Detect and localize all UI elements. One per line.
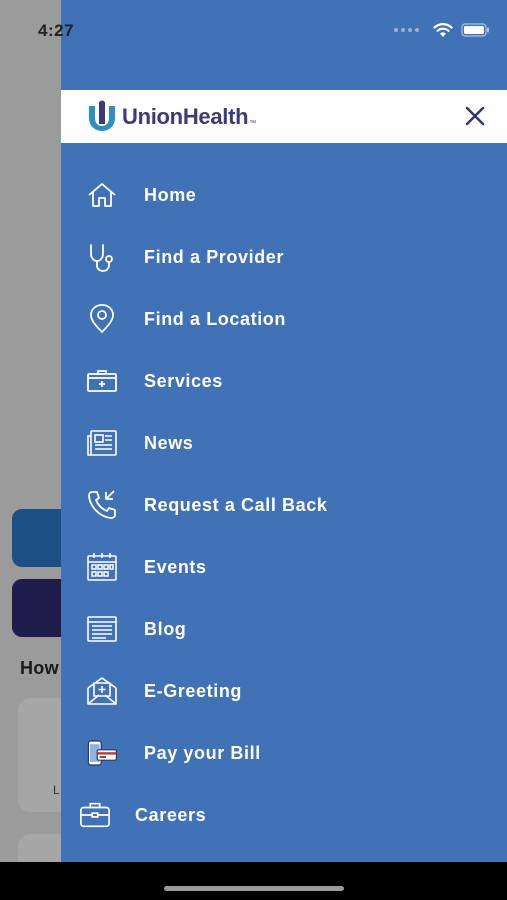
status-time: 4:27 [38,21,75,40]
menu-item-events[interactable]: Events [61,536,507,598]
menu-item-label: Pay your Bill [144,742,261,763]
location-pin-icon [86,303,118,335]
wifi-icon [433,23,453,37]
drawer-header: UnionHealth ™ [61,90,507,143]
calendar-icon [86,551,118,583]
background-tile-label: L [53,783,60,797]
blog-icon [86,613,118,645]
menu-item-services[interactable]: Services [61,350,507,412]
battery-icon [461,23,489,37]
menu-item-pay-bill[interactable]: Pay your Bill [61,722,507,784]
logo-wordmark: UnionHealth [122,104,249,129]
briefcase-icon [79,799,111,831]
greeting-envelope-icon [86,675,118,707]
status-bar: 4:27 [0,0,507,62]
menu-item-label: Home [144,184,197,205]
menu-item-label: Careers [135,804,207,825]
menu-item-find-location[interactable]: Find a Location [61,288,507,350]
bottom-safe-area [0,862,507,900]
menu-item-blog[interactable]: Blog [61,598,507,660]
menu-item-label: News [144,432,194,453]
union-health-logo: UnionHealth ™ [85,100,256,134]
signal-dots-icon [394,28,419,32]
menu-item-label: E-Greeting [144,680,243,701]
newspaper-icon [86,427,118,459]
menu-item-label: Blog [144,618,187,639]
logo-trademark: ™ [249,119,257,127]
menu-item-careers[interactable]: Careers [61,784,507,846]
home-icon [86,179,118,211]
navigation-drawer: UnionHealth ™ Home Find a Provider Find … [61,0,507,862]
menu-item-label: Services [144,370,223,391]
menu-item-e-greeting[interactable]: E-Greeting [61,660,507,722]
menu-item-home[interactable]: Home [61,164,507,226]
status-icons [394,22,491,38]
close-button[interactable] [463,104,487,128]
menu-item-label: Find a Provider [144,246,285,267]
stethoscope-icon [86,241,118,273]
home-indicator[interactable] [164,886,344,891]
phone-callback-icon [86,489,118,521]
menu-item-label: Find a Location [144,308,286,329]
pay-bill-icon [86,737,118,769]
menu-item-label: Events [144,556,207,577]
background-section-heading: How [20,658,59,678]
menu-item-label: Request a Call Back [144,494,328,515]
menu-item-find-provider[interactable]: Find a Provider [61,226,507,288]
close-icon [465,106,485,126]
union-health-logo-icon [89,100,115,131]
menu-item-news[interactable]: News [61,412,507,474]
medical-kit-icon [86,365,118,397]
menu-item-request-call-back[interactable]: Request a Call Back [61,474,507,536]
